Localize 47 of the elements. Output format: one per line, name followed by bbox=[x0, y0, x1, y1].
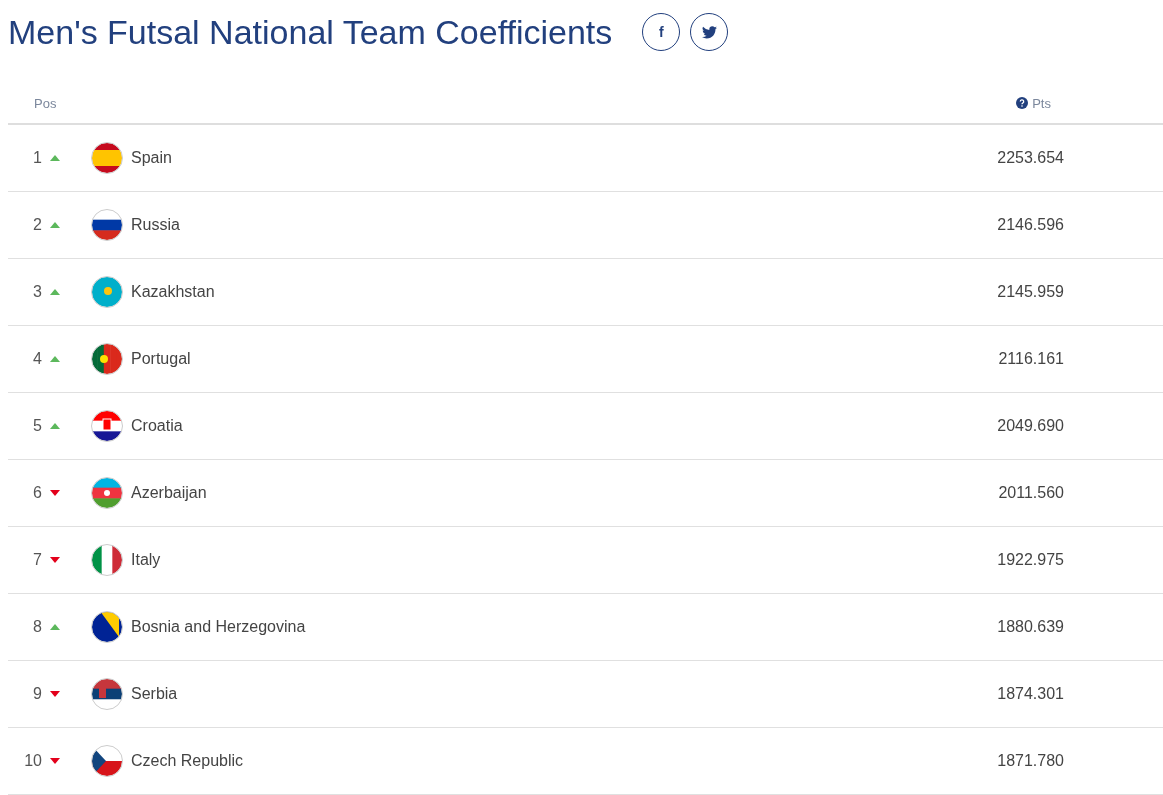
position-cell-text: 5 bbox=[32, 417, 42, 435]
points-cell: 2049.690 bbox=[997, 417, 1064, 435]
bird-icon bbox=[701, 25, 717, 39]
facebook-share-button[interactable]: f bbox=[642, 13, 681, 51]
points-cell: 2116.161 bbox=[998, 350, 1064, 368]
position-cell-text: 3 bbox=[32, 283, 42, 301]
position-cell-text: 1 bbox=[32, 149, 42, 167]
flag-icon bbox=[91, 276, 123, 308]
flag-icon bbox=[91, 678, 123, 710]
flag-icon bbox=[91, 410, 123, 442]
flag-icon bbox=[91, 209, 123, 241]
team-name: Bosnia and Herzegovina bbox=[131, 618, 306, 636]
team-name: Italy bbox=[131, 551, 161, 569]
position-cell-text: 6 bbox=[32, 484, 42, 502]
flag-icon bbox=[91, 745, 123, 777]
points-cell: 1880.639 bbox=[997, 618, 1064, 636]
position-cell-text: 2 bbox=[32, 216, 42, 234]
team-name: Kazakhstan bbox=[131, 283, 215, 301]
twitter-share-button[interactable] bbox=[690, 13, 729, 51]
position-cell-text: 7 bbox=[32, 551, 42, 569]
page-title: Men's Futsal National Team Coefficients bbox=[8, 12, 613, 52]
points-cell: 2146.596 bbox=[997, 216, 1064, 234]
help-icon[interactable] bbox=[1016, 97, 1029, 109]
flag-icon bbox=[91, 477, 123, 509]
flag-icon bbox=[91, 142, 123, 174]
team-name: Croatia bbox=[131, 417, 183, 435]
team-name: Portugal bbox=[131, 350, 191, 368]
points-cell: 2253.654 bbox=[997, 149, 1064, 167]
position-cell-text: 9 bbox=[32, 685, 42, 703]
team-name: Russia bbox=[131, 216, 180, 234]
points-cell: 1922.975 bbox=[997, 551, 1064, 569]
flag-icon bbox=[91, 611, 123, 643]
team-name: Czech Republic bbox=[131, 752, 244, 770]
points-cell: 2011.560 bbox=[998, 484, 1064, 502]
column-header: Pts bbox=[1032, 95, 1051, 111]
position-cell-text: 10 bbox=[23, 752, 42, 770]
flag-icon bbox=[91, 544, 123, 576]
position-cell-text: 4 bbox=[32, 350, 42, 368]
points-cell: 1871.780 bbox=[997, 752, 1064, 770]
points-cell: 1874.301 bbox=[997, 685, 1064, 703]
position-cell-text: 8 bbox=[32, 618, 42, 636]
column-header: Pos bbox=[34, 95, 57, 111]
team-name: Spain bbox=[131, 149, 172, 167]
team-name: Serbia bbox=[131, 685, 178, 703]
flag-icon bbox=[91, 343, 123, 375]
points-cell: 2145.959 bbox=[997, 283, 1064, 301]
team-name: Azerbaijan bbox=[131, 484, 207, 502]
